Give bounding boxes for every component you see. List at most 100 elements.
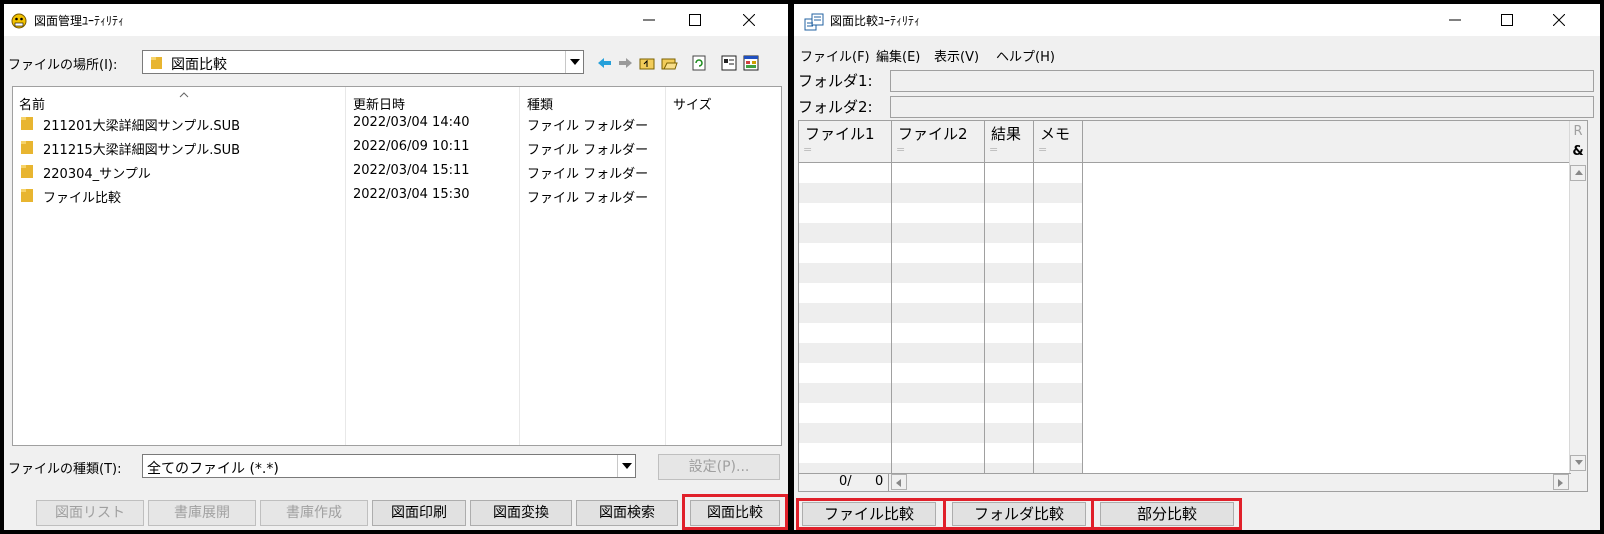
row-stripe	[1034, 303, 1082, 323]
row-stripe	[799, 423, 891, 443]
forward-icon[interactable]	[616, 54, 634, 72]
back-icon[interactable]	[596, 54, 614, 72]
grid-header-label: 結果	[991, 125, 1022, 143]
file-name: 211201大梁詳細図サンプル.SUB	[43, 119, 241, 134]
row-stripe	[985, 383, 1033, 403]
drawing-search-button[interactable]: 図面検索	[576, 500, 678, 526]
file-date: 2022/03/04 15:30	[353, 187, 470, 202]
drawing-print-button[interactable]: 図面印刷	[372, 500, 466, 526]
file-date: 2022/03/04 14:40	[353, 115, 470, 130]
file-date: 2022/03/04 15:11	[353, 163, 470, 178]
close-button[interactable]	[726, 4, 772, 36]
file-date: 2022/06/09 10:11	[353, 139, 470, 154]
title-bar[interactable]: 図面管理ﾕｰﾃｨﾘﾃｨ	[4, 4, 788, 36]
minimize-button[interactable]	[1432, 4, 1478, 36]
file-name: 211215大梁詳細図サンプル.SUB	[43, 143, 241, 158]
highlight-divider	[943, 498, 946, 530]
grid-header-file1[interactable]: ファイル1 =	[799, 121, 892, 163]
menu-help[interactable]: ヘルプ(H)	[996, 46, 1055, 65]
drawing-list-button[interactable]: 図面リスト	[36, 500, 144, 526]
drawing-management-window: 図面管理ﾕｰﾃｨﾘﾃｨ ファイルの場所(I): 図面比較 名前 更新日時 種類 …	[4, 4, 788, 530]
sort-up-icon	[179, 87, 189, 102]
archive-expand-button[interactable]: 書庫展開	[148, 500, 256, 526]
grid-header-label: ファイル1	[805, 125, 875, 143]
list-item[interactable]: 211201大梁詳細図サンプル.SUB 2022/03/04 14:40 ファイ…	[13, 111, 781, 135]
minimize-button[interactable]	[626, 4, 672, 36]
row-stripe	[1034, 423, 1082, 443]
drawing-convert-button[interactable]: 図面変換	[470, 500, 572, 526]
file-name: ファイル比較	[43, 191, 122, 206]
row-stripe	[892, 423, 984, 443]
list-item[interactable]: ファイル比較 2022/03/04 15:30 ファイル フォルダー	[13, 183, 781, 207]
grid-header-filter: =	[989, 143, 999, 156]
chevron-down-icon[interactable]	[617, 455, 635, 477]
chevron-down-icon[interactable]	[565, 51, 583, 73]
location-value: 図面比較	[171, 57, 227, 73]
drawing-compare-window: 図面比較ﾕｰﾃｨﾘﾃｨ ファイル(F) 編集(E) 表示(V) ヘルプ(H) フ…	[794, 4, 1600, 530]
folder2-field[interactable]	[890, 96, 1594, 118]
window-title: 図面管理ﾕｰﾃｨﾘﾃｨ	[34, 14, 125, 28]
scroll-down-icon[interactable]	[1570, 455, 1586, 471]
up-folder-icon[interactable]	[638, 54, 656, 72]
location-combobox[interactable]: 図面比較	[142, 50, 584, 74]
refresh-icon[interactable]	[690, 54, 708, 72]
row-stripe	[1034, 383, 1082, 403]
record-counter: 0/ 0	[799, 474, 889, 491]
grid-header-filter: =	[896, 143, 906, 156]
grid-header-result[interactable]: 結果 =	[985, 121, 1034, 163]
filetype-combobox[interactable]: 全てのファイル (*.*)	[142, 454, 636, 478]
file-type: ファイル フォルダー	[527, 191, 649, 206]
menu-file[interactable]: ファイル(F)	[800, 46, 870, 65]
folder-icon	[21, 116, 35, 130]
grid-header-label: メモ	[1040, 125, 1071, 143]
row-stripe	[985, 343, 1033, 363]
ampersand-button[interactable]: &	[1570, 143, 1586, 161]
settings-button[interactable]: 設定(P)...	[658, 454, 780, 480]
folder2-label: フォルダ2:	[798, 98, 873, 116]
folder-icon	[151, 56, 163, 73]
menu-edit[interactable]: 編集(E)	[876, 46, 920, 65]
list-item[interactable]: 220304_サンプル 2022/03/04 15:11 ファイル フォルダー	[13, 159, 781, 183]
file-type: ファイル フォルダー	[527, 143, 649, 158]
maximize-button[interactable]	[672, 4, 718, 36]
grid-header-memo[interactable]: メモ =	[1034, 121, 1083, 163]
row-stripe	[799, 183, 891, 203]
grid-header-file2[interactable]: ファイル2 =	[892, 121, 985, 163]
vertical-scrollbar[interactable]: R &	[1569, 121, 1587, 491]
archive-create-button[interactable]: 書庫作成	[260, 500, 368, 526]
file-type: ファイル フォルダー	[527, 119, 649, 134]
compare-grid[interactable]: ファイル1 = ファイル2 = 結果 = メモ = R & 0/ 0	[798, 120, 1588, 492]
menu-view[interactable]: 表示(V)	[934, 46, 979, 65]
highlight-divider	[1091, 498, 1094, 530]
row-stripe	[985, 303, 1033, 323]
maximize-button[interactable]	[1484, 4, 1530, 36]
view-detail-icon[interactable]	[742, 54, 760, 72]
row-stripe	[892, 183, 984, 203]
close-button[interactable]	[1536, 4, 1582, 36]
grid-footer: 0/ 0	[799, 473, 1571, 491]
file-name: 220304_サンプル	[43, 167, 151, 182]
file-list[interactable]: 名前 更新日時 種類 サイズ 211201大梁詳細図サンプル.SUB 2022/…	[12, 86, 782, 446]
file-type: ファイル フォルダー	[527, 167, 649, 182]
counter-total: 0	[875, 474, 884, 489]
folder-icon	[21, 164, 35, 178]
app-icon	[10, 12, 28, 30]
row-stripe	[985, 183, 1033, 203]
row-stripe	[985, 223, 1033, 243]
title-bar[interactable]: 図面比較ﾕｰﾃｨﾘﾃｨ	[794, 4, 1600, 36]
folder-icon	[21, 140, 35, 154]
scroll-left-icon[interactable]	[891, 474, 907, 490]
view-list-icon[interactable]	[720, 54, 738, 72]
scroll-up-icon[interactable]	[1570, 165, 1586, 181]
folder1-field[interactable]	[890, 70, 1594, 92]
grid-header-empty	[1083, 121, 1571, 163]
app-icon	[804, 12, 824, 31]
grid-header-filter: =	[803, 143, 813, 156]
list-item[interactable]: 211215大梁詳細図サンプル.SUB 2022/06/09 10:11 ファイ…	[13, 135, 781, 159]
row-stripe	[985, 263, 1033, 283]
scroll-right-icon[interactable]	[1553, 474, 1569, 490]
grid-column-result	[985, 163, 1034, 483]
row-stripe	[1034, 183, 1082, 203]
r-button[interactable]: R	[1570, 123, 1586, 141]
open-folder-icon[interactable]	[660, 54, 678, 72]
